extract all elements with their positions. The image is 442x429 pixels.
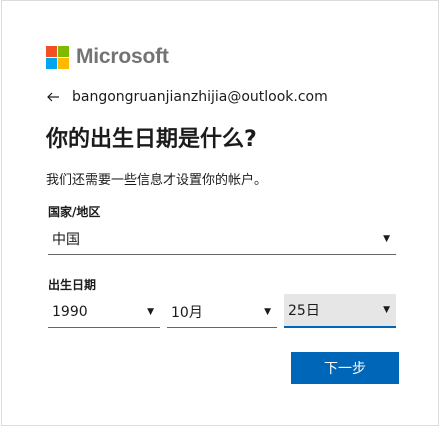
- birthdate-label: 出生日期: [48, 278, 97, 292]
- signup-card: Microsoft bangongruanjianzhijia@outlook.…: [1, 0, 439, 426]
- birth-year-select[interactable]: 1990 ▼: [48, 296, 160, 328]
- birth-month-select[interactable]: 10月 ▼: [167, 296, 277, 328]
- microsoft-logo: Microsoft: [46, 45, 169, 69]
- dropdown-caret-icon: ▼: [264, 306, 271, 317]
- page-title: 你的出生日期是什么?: [46, 127, 257, 152]
- logo-square-green: [58, 45, 69, 57]
- page-subtitle: 我们还需要一些信息才设置你的帐户。: [46, 173, 268, 188]
- birth-day-value: 25日: [288, 303, 320, 319]
- logo-square-yellow: [58, 57, 69, 69]
- birth-month-value: 10月: [171, 304, 203, 321]
- logo-wordmark: Microsoft: [76, 45, 169, 68]
- dropdown-caret-icon: ▼: [147, 306, 154, 317]
- logo-square-blue: [46, 57, 57, 69]
- dropdown-caret-icon: ▼: [383, 305, 390, 315]
- country-select[interactable]: 中国 ▼: [48, 223, 396, 255]
- country-value: 中国: [52, 231, 80, 248]
- microsoft-logo-icon: [46, 45, 69, 69]
- next-button[interactable]: 下一步: [291, 352, 399, 384]
- logo-square-red: [46, 45, 57, 57]
- birth-day-select[interactable]: 25日 ▼: [284, 294, 396, 328]
- identity-email: bangongruanjianzhijia@outlook.com: [72, 89, 328, 105]
- dropdown-caret-icon: ▼: [383, 233, 390, 244]
- birth-year-value: 1990: [52, 303, 88, 320]
- left-arrow-icon[interactable]: [46, 90, 60, 104]
- country-label: 国家/地区: [48, 205, 101, 219]
- identity-banner[interactable]: bangongruanjianzhijia@outlook.com: [46, 89, 328, 105]
